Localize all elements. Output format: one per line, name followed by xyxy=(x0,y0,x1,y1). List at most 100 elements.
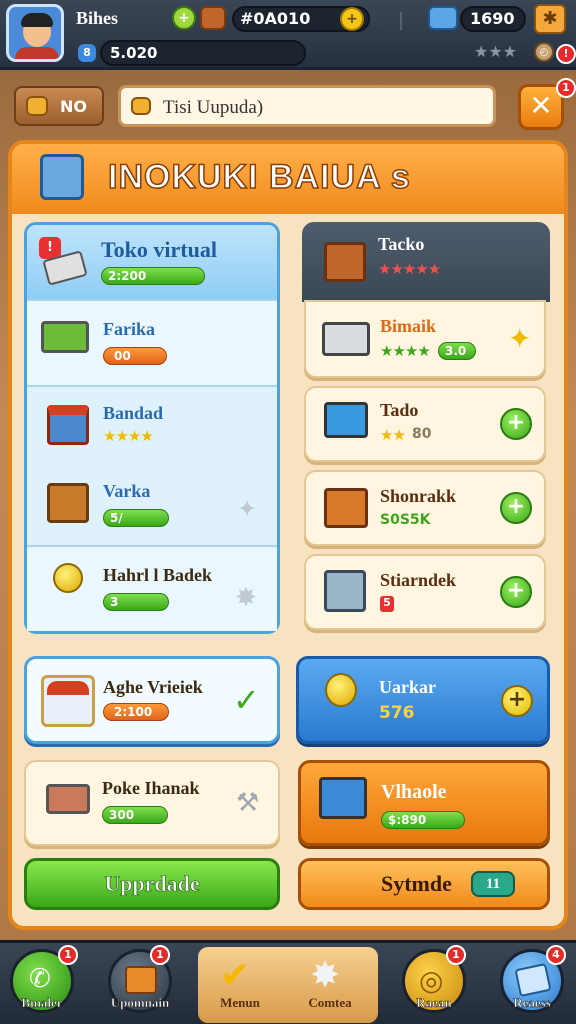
wide-card-value: 2:100 xyxy=(103,703,169,721)
shopping-cart-icon xyxy=(46,784,90,814)
puzzle-piece-icon[interactable]: ✸ xyxy=(235,583,257,613)
nav-label: Raean xyxy=(416,995,452,1011)
list-item-value: 00 xyxy=(103,347,167,365)
wrench-icon[interactable]: ⚒ xyxy=(236,788,259,818)
star-burst-icon: ✸ xyxy=(310,955,341,996)
right-card-tado[interactable]: Tado ★★ 80 + xyxy=(304,386,546,462)
system-button[interactable]: Sytmde 11 xyxy=(298,858,550,910)
add-coins-icon[interactable]: + xyxy=(340,7,364,31)
wide-card-title: Aghe Vrieiek xyxy=(103,677,203,697)
player-avatar[interactable] xyxy=(6,4,64,62)
right-card-shonrakk[interactable]: Shonrakk S0S5K + xyxy=(304,470,546,546)
right-card-title: Stiarndek xyxy=(380,570,457,590)
panel-header: INOKUKI BAIUA s xyxy=(12,144,564,214)
right-card-value: 80 xyxy=(412,426,432,442)
wide-card-poke[interactable]: Poke Ihanak 300 ⚒ xyxy=(24,760,280,846)
plus-coin-icon[interactable]: + xyxy=(172,6,196,30)
nav-label: Menun xyxy=(220,995,260,1010)
upgrade-label: Upprdade xyxy=(104,871,200,897)
search-value: Tisi Uupuda) xyxy=(163,97,264,118)
wide-card-vlhaole[interactable]: Vlhaole $:890 xyxy=(298,760,550,846)
player-name: Bihes xyxy=(76,8,119,28)
left-header-title: Toko virtual xyxy=(101,237,217,262)
nav-badge: 1 xyxy=(58,945,78,965)
left-category-column: ! Toko virtual 2:200 Farika 00 Bandad ★★… xyxy=(24,222,280,634)
right-card-stiarndek[interactable]: Stiarndek 5 + xyxy=(304,554,546,630)
list-item-farika[interactable]: Farika 00 xyxy=(27,299,277,385)
wide-card-uarkar[interactable]: Uarkar 576 + xyxy=(296,656,550,744)
left-column-header[interactable]: ! Toko virtual 2:200 xyxy=(27,225,277,299)
avatar-hair xyxy=(21,13,53,27)
coin-icon: ◎ xyxy=(419,964,444,997)
right-card-bimaik[interactable]: Bimaik ★★★★ 3.0 ✦ xyxy=(304,300,546,378)
settings-icon[interactable]: ✱ xyxy=(534,4,566,34)
gem-chest-icon xyxy=(428,6,458,30)
list-item-value: 5/ xyxy=(103,509,169,527)
printer-icon xyxy=(322,322,370,356)
right-card-title: Bimaik xyxy=(380,316,437,336)
right-card-value: S0S5K xyxy=(380,512,431,528)
timer-icon[interactable]: ◴ xyxy=(534,42,554,62)
wide-card-value: 300 xyxy=(102,806,168,824)
nav-label: Comtea xyxy=(308,995,352,1010)
safe-icon xyxy=(324,570,366,612)
left-header-value: 2:200 xyxy=(101,267,205,285)
wide-card-title: Poke Ihanak xyxy=(102,778,200,798)
list-item-title: Bandad xyxy=(103,403,164,423)
filter-label: NO xyxy=(60,97,87,116)
xp-pill: 5.020 xyxy=(100,40,306,66)
list-item-varka[interactable]: Varka 5/ ✦ xyxy=(27,465,277,545)
list-item-stars: ★★★★ xyxy=(103,427,154,445)
add-button[interactable]: + xyxy=(501,685,533,717)
nav-badge: 4 xyxy=(546,945,566,965)
close-icon: ✕ xyxy=(529,89,553,122)
filter-button[interactable]: NO xyxy=(14,86,104,126)
xp-badge-icon: 8 xyxy=(78,44,96,62)
list-item-bandad[interactable]: Bandad ★★★★ xyxy=(27,385,277,465)
box-icon xyxy=(26,96,48,116)
top-bar: Bihes + #0A010 + 1690 ✱ 8 5.020 ★★★ ◴ ! xyxy=(0,0,576,70)
list-item-title: Farika xyxy=(103,319,155,339)
right-card-title: Shonrakk xyxy=(380,486,457,506)
nav-label: Reaess xyxy=(513,995,551,1011)
system-label: Sytmde xyxy=(381,871,452,896)
avatar-shirt xyxy=(15,47,59,59)
right-card-stars: ★★ xyxy=(380,426,406,444)
list-item-title: Varka xyxy=(103,481,151,501)
right-column-header[interactable]: Tacko ★★★★★ xyxy=(302,222,550,302)
xp-value: 5.020 xyxy=(110,44,158,62)
system-counter-value: 11 xyxy=(485,876,501,892)
bottom-navigation: ✆ 1 Bmaler 1 Upomnain ✔ Menun ✸ Comtea ◎… xyxy=(0,940,576,1024)
add-button[interactable]: + xyxy=(500,576,532,608)
crate-shelf-icon xyxy=(324,242,366,282)
shop-roof-icon xyxy=(47,681,89,695)
panel-title: INOKUKI BAIUA s xyxy=(107,157,411,197)
chest-icon xyxy=(125,966,157,994)
balloon-icon xyxy=(325,673,357,707)
puzzle-icon[interactable]: ✦ xyxy=(237,495,257,523)
puzzle-gold-icon[interactable]: ✦ xyxy=(508,322,531,355)
gems-value: 1690 xyxy=(470,9,515,28)
search-field[interactable]: Tisi Uupuda) xyxy=(118,85,496,127)
nav-label: Bmaler xyxy=(21,995,63,1011)
register-icon xyxy=(40,154,84,200)
card-icon xyxy=(514,962,552,998)
add-button[interactable]: + xyxy=(500,408,532,440)
list-item-value: 3 xyxy=(103,593,169,611)
notification-badge: ! xyxy=(556,44,576,64)
wide-card-aghe[interactable]: Aghe Vrieiek 2:100 ✓ xyxy=(24,656,280,744)
nav-badge: 1 xyxy=(446,945,466,965)
list-item-hahrl-badek[interactable]: Hahrl l Badek 3 ✸ xyxy=(27,545,277,631)
upgrade-button[interactable]: Upprdade xyxy=(24,858,280,910)
house-icon xyxy=(47,405,89,445)
close-badge: 1 xyxy=(556,78,576,98)
divider-line xyxy=(400,12,402,30)
checkmark-icon[interactable]: ✓ xyxy=(233,681,260,719)
add-button[interactable]: + xyxy=(500,492,532,524)
gift-box-icon xyxy=(324,488,368,528)
right-card-value: 3.0 xyxy=(438,342,476,360)
monitor-icon xyxy=(324,402,368,438)
right-card-stars: ★★★★ xyxy=(380,342,431,360)
wide-card-value: 576 xyxy=(379,703,415,723)
coins-value: #0A010 xyxy=(240,9,311,28)
